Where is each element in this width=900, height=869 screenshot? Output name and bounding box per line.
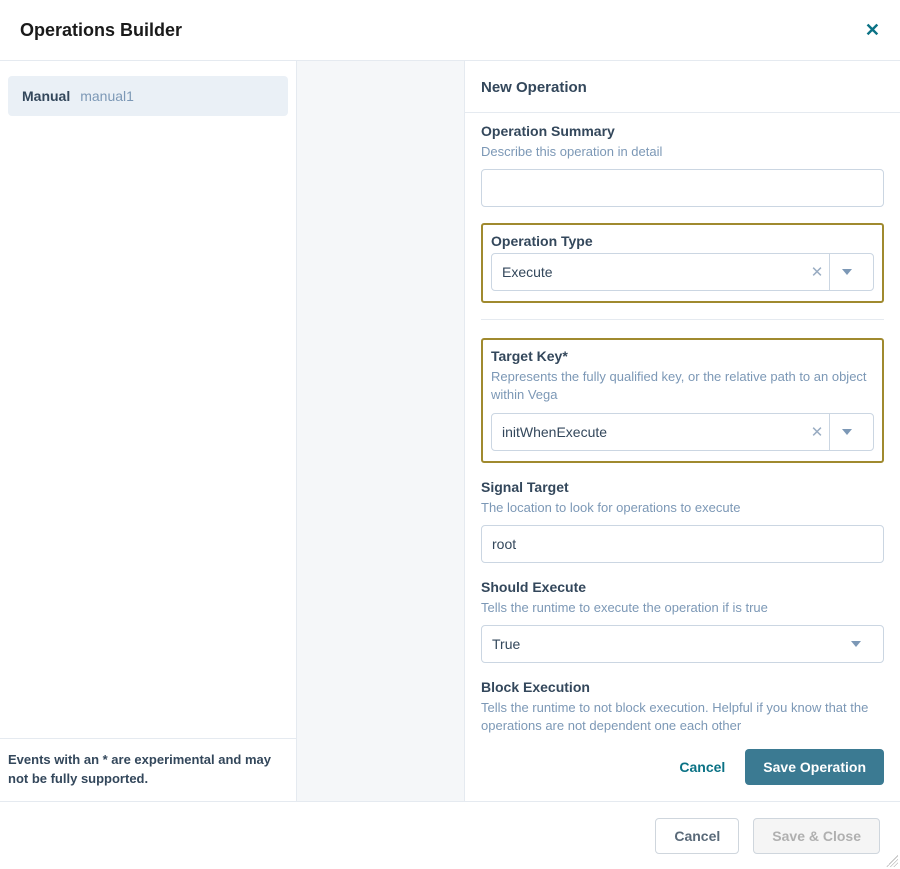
event-name: manual1 <box>80 88 134 104</box>
block-execution-help: Tells the runtime to not block execution… <box>481 699 884 735</box>
event-item-manual[interactable]: Manual manual1 <box>8 76 288 116</box>
save-and-close-button: Save & Close <box>753 818 880 854</box>
page-title: Operations Builder <box>20 20 182 41</box>
field-operation-summary: Operation Summary Describe this operatio… <box>481 123 884 207</box>
bottom-bar: Cancel Save & Close <box>0 802 900 854</box>
panel-title: New Operation <box>465 61 900 113</box>
chevron-down-icon[interactable] <box>829 414 863 450</box>
should-execute-help: Tells the runtime to execute the operati… <box>481 599 884 617</box>
operation-summary-label: Operation Summary <box>481 123 884 139</box>
signal-target-help: The location to look for operations to e… <box>481 499 884 517</box>
resize-grip-icon[interactable] <box>886 855 898 867</box>
block-execution-label: Block Execution <box>481 679 884 695</box>
signal-target-input[interactable]: root <box>481 525 884 563</box>
target-key-value: initWhenExecute <box>502 424 805 440</box>
signal-target-label: Signal Target <box>481 479 884 495</box>
operation-type-label: Operation Type <box>491 233 874 249</box>
event-type-label: Manual <box>22 88 70 104</box>
top-bar: Operations Builder ✕ <box>0 0 900 60</box>
clear-icon[interactable]: ✕ <box>805 423 829 441</box>
should-execute-label: Should Execute <box>481 579 884 595</box>
dialog-cancel-button[interactable]: Cancel <box>655 818 739 854</box>
operation-type-select[interactable]: Execute ✕ <box>491 253 874 291</box>
operation-summary-input[interactable] <box>481 169 884 207</box>
experimental-note: Events with an * are experimental and ma… <box>0 738 296 801</box>
save-operation-button[interactable]: Save Operation <box>745 749 884 785</box>
middle-column <box>297 61 465 801</box>
target-key-select[interactable]: initWhenExecute ✕ <box>491 413 874 451</box>
divider <box>481 319 884 320</box>
operation-summary-help: Describe this operation in detail <box>481 143 884 161</box>
target-key-help: Represents the fully qualified key, or t… <box>491 368 874 404</box>
field-signal-target: Signal Target The location to look for o… <box>481 479 884 563</box>
should-execute-select[interactable]: True <box>481 625 884 663</box>
panel-footer: Cancel Save Operation <box>465 735 900 801</box>
field-operation-type: Operation Type Execute ✕ <box>481 223 884 303</box>
should-execute-value: True <box>492 636 839 652</box>
panel-body: Operation Summary Describe this operatio… <box>465 113 900 735</box>
target-key-label: Target Key* <box>491 348 874 364</box>
signal-target-value: root <box>492 536 516 552</box>
clear-icon[interactable]: ✕ <box>805 263 829 281</box>
left-column: Manual manual1 Events with an * are expe… <box>0 61 297 801</box>
field-block-execution: Block Execution Tells the runtime to not… <box>481 679 884 735</box>
operation-panel: New Operation Operation Summary Describe… <box>465 61 900 801</box>
operation-type-value: Execute <box>502 264 805 280</box>
chevron-down-icon[interactable] <box>839 626 873 662</box>
close-icon[interactable]: ✕ <box>865 21 880 39</box>
left-body: Manual manual1 <box>0 61 296 738</box>
cancel-button[interactable]: Cancel <box>679 759 725 775</box>
field-target-key: Target Key* Represents the fully qualifi… <box>481 338 884 462</box>
main-area: Manual manual1 Events with an * are expe… <box>0 60 900 802</box>
field-should-execute: Should Execute Tells the runtime to exec… <box>481 579 884 663</box>
chevron-down-icon[interactable] <box>829 254 863 290</box>
